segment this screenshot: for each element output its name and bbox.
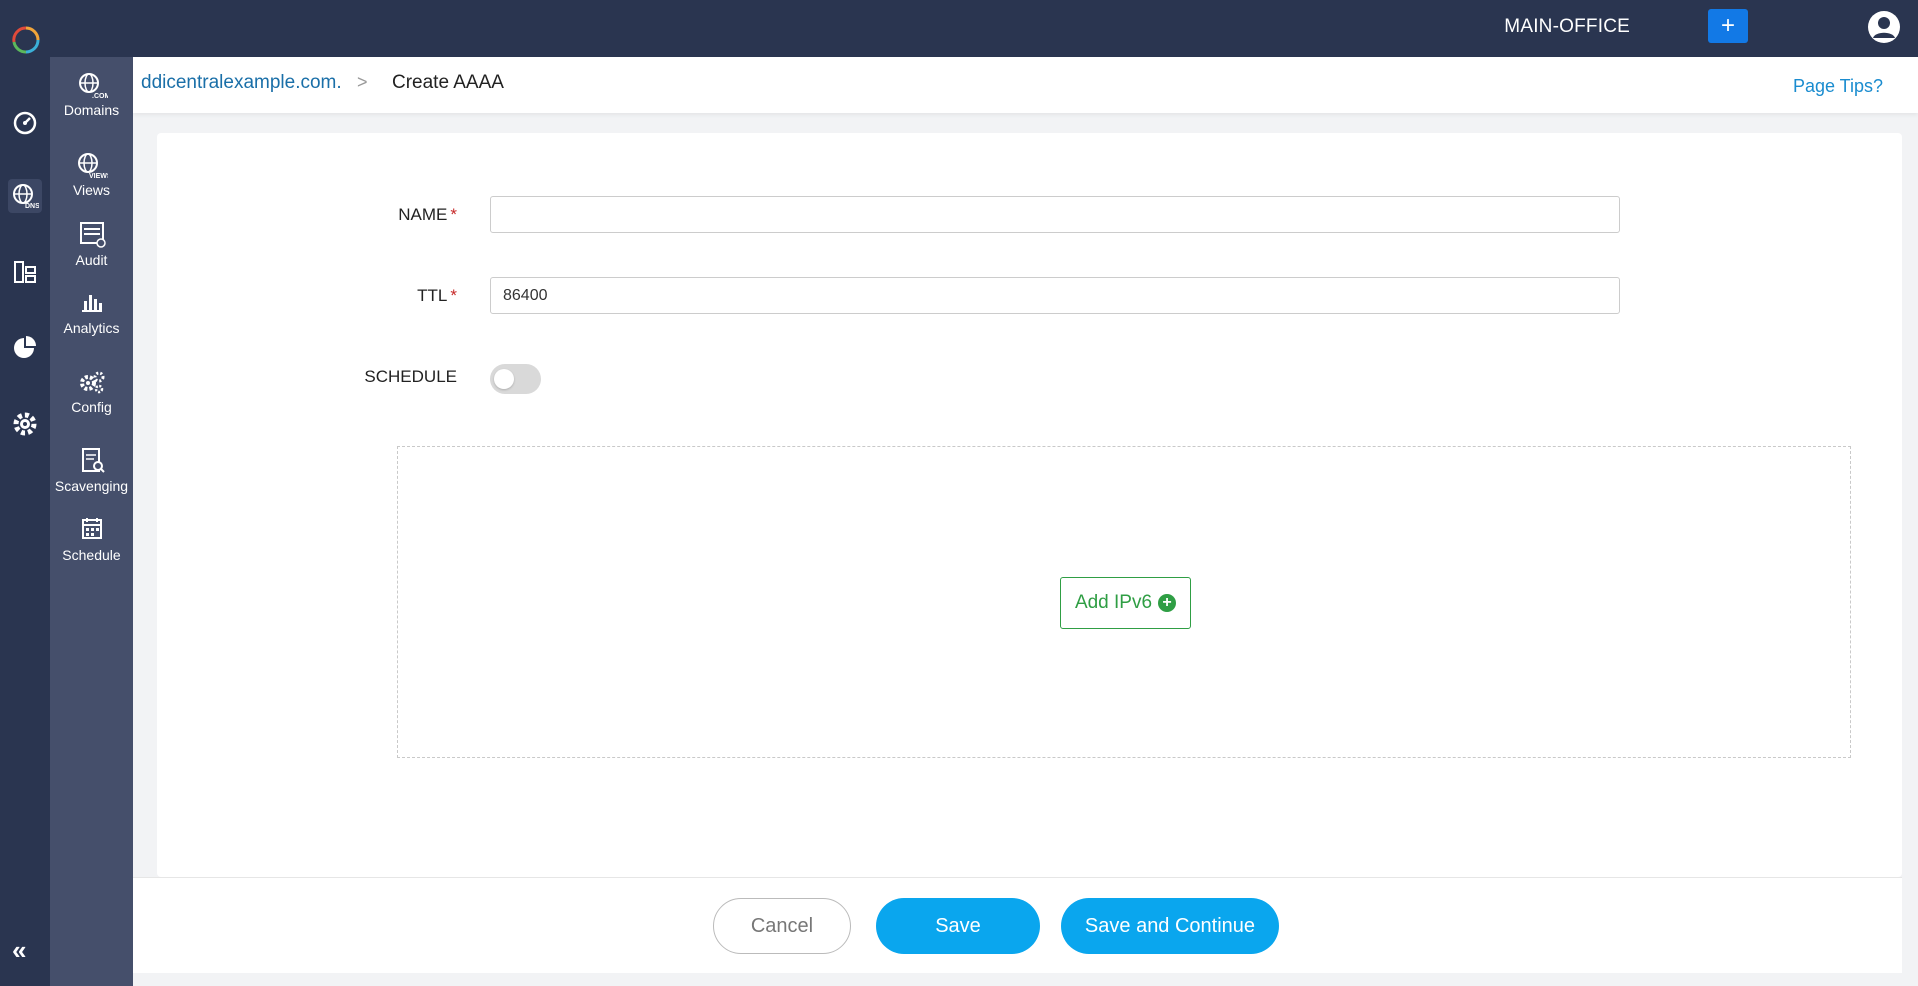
subnav-item-label: Audit (75, 252, 108, 268)
subnav-item-label: Config (71, 399, 112, 415)
page-header: ddicentralexample.com. > Create AAAA Pag… (133, 57, 1918, 113)
add-ipv6-button[interactable]: Add IPv6 + (1060, 577, 1191, 629)
svg-text:DNS: DNS (25, 203, 39, 210)
form-footer: Cancel Save Save and Continue (133, 877, 1902, 973)
network-icon[interactable] (8, 255, 42, 289)
subnav-item-label: Domains (63, 102, 120, 118)
user-avatar-icon[interactable] (1866, 9, 1902, 45)
save-and-continue-button[interactable]: Save and Continue (1061, 898, 1279, 954)
views-globe-icon: VIEWS (77, 153, 108, 179)
sub-navigation: .COM Domains VIEWS Views Audit Analytics… (50, 57, 133, 986)
add-button[interactable]: + (1708, 9, 1748, 43)
subnav-item-domains[interactable]: .COM Domains (50, 71, 133, 118)
schedule-toggle[interactable] (490, 364, 541, 394)
top-bar: MAIN-OFFICE + (0, 0, 1918, 57)
plus-circle-icon: + (1158, 594, 1177, 612)
subnav-item-config[interactable]: Config (50, 368, 133, 415)
org-selector[interactable]: MAIN-OFFICE (1504, 16, 1630, 38)
name-label-text: NAME (398, 205, 448, 224)
form-card: NAME* TTL* SCHEDULE Add IPv6 + (157, 133, 1902, 877)
toggle-knob (494, 369, 514, 389)
subnav-item-label: Views (72, 182, 111, 198)
required-marker: * (450, 205, 457, 224)
subnav-item-views[interactable]: VIEWS Views (50, 151, 133, 198)
config-gears-icon (79, 371, 104, 394)
dns-globe-icon[interactable]: DNS (8, 179, 42, 213)
page-title: Create AAAA (392, 72, 504, 93)
domains-globe-icon: .COM (78, 73, 108, 99)
schedule-label: SCHEDULE (364, 367, 457, 386)
app-logo-icon[interactable] (6, 18, 44, 56)
subnav-item-label: Analytics (63, 320, 120, 336)
calendar-icon (81, 518, 102, 539)
name-label: NAME * (337, 205, 457, 225)
page-tips-link[interactable]: Page Tips? (1793, 76, 1883, 97)
ttl-label: TTL * (337, 286, 457, 306)
subnav-item-scavenging[interactable]: Scavenging (50, 447, 133, 494)
cancel-button[interactable]: Cancel (713, 898, 851, 954)
breadcrumb-separator: > (357, 72, 368, 92)
name-input[interactable] (490, 196, 1620, 233)
collapse-sidebar-icon[interactable]: « (12, 935, 26, 966)
audit-log-icon (79, 222, 106, 248)
subnav-item-schedule[interactable]: Schedule (50, 516, 133, 563)
analytics-chart-icon (81, 295, 102, 312)
svg-text:VIEWS: VIEWS (89, 173, 108, 179)
reports-pie-icon[interactable] (8, 330, 42, 364)
add-ipv6-label: Add IPv6 (1074, 592, 1153, 613)
subnav-item-audit[interactable]: Audit (50, 221, 133, 268)
subnav-item-analytics[interactable]: Analytics (50, 289, 133, 336)
subnav-item-label: Scavenging (54, 478, 129, 494)
required-marker: * (450, 286, 457, 305)
settings-gear-icon[interactable] (8, 407, 42, 441)
save-button[interactable]: Save (876, 898, 1040, 954)
ttl-input[interactable] (490, 277, 1620, 314)
svg-text:.COM: .COM (92, 93, 108, 99)
breadcrumb-parent-link[interactable]: ddicentralexample.com. (141, 72, 342, 94)
ipv6-dropzone: Add IPv6 + (397, 446, 1851, 758)
scavenging-search-icon (81, 448, 105, 473)
dashboard-icon[interactable] (8, 105, 42, 139)
left-rail: DNS « (0, 57, 50, 986)
subnav-item-label: Schedule (62, 547, 121, 563)
ttl-label-text: TTL (417, 286, 448, 305)
